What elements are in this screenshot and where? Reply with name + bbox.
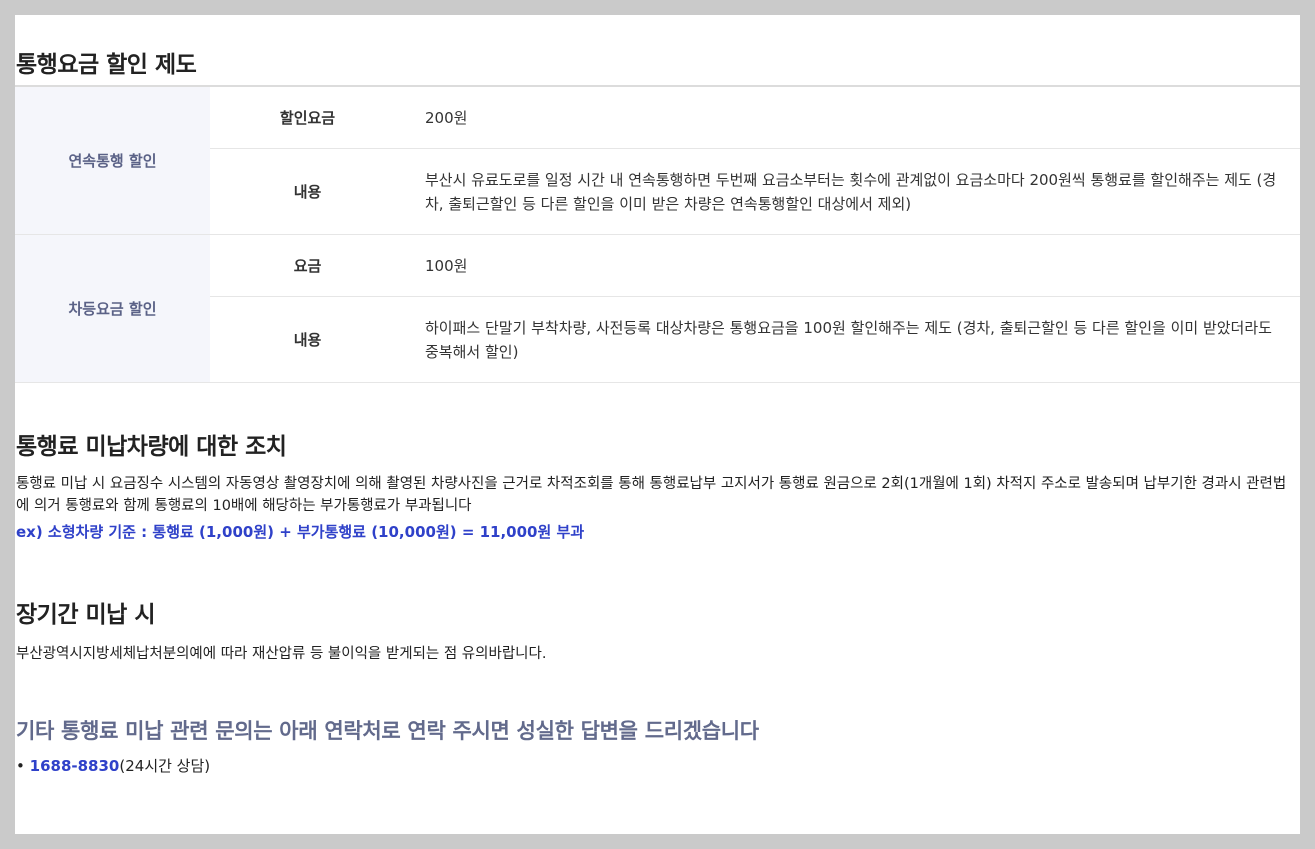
row-label: 할인요금 (210, 86, 405, 149)
phone-note: (24시간 상담) (119, 757, 211, 775)
group-differential-discount: 차등요금 할인 (15, 234, 210, 383)
content-page: 통행요금 할인 제도 연속통행 할인 할인요금 200원 내용 부산시 유료도로… (15, 15, 1300, 834)
longterm-description: 부산광역시지방세체납처분의예에 따라 재산압류 등 불이익을 받게되는 점 유의… (16, 646, 547, 662)
row-value: 200원 (405, 86, 1300, 149)
row-label: 내용 (210, 148, 405, 235)
row-value: 100원 (405, 234, 1300, 297)
longterm-section-title: 장기간 미납 시 (16, 602, 155, 628)
bullet-icon: • (16, 757, 25, 775)
unpaid-section-title: 통행료 미납차량에 대한 조치 (16, 434, 287, 460)
table-row: 차등요금 할인 요금 100원 (15, 234, 1300, 383)
group-continuous-discount: 연속통행 할인 (15, 86, 210, 235)
unpaid-description: 통행료 미납 시 요금징수 시스템의 자동영상 촬영장치에 의해 촬영된 차량사… (16, 476, 1287, 514)
row-value: 하이패스 단말기 부착차량, 사전등록 대상차량은 통행요금을 100원 할인해… (405, 296, 1300, 383)
discount-section-title: 통행요금 할인 제도 (16, 52, 197, 78)
table-row: 연속통행 할인 할인요금 200원 (15, 86, 1300, 235)
phone-number[interactable]: 1688-8830 (30, 757, 120, 775)
contact-item: • 1688-8830(24시간 상담) (16, 755, 210, 776)
row-value: 부산시 유료도로를 일정 시간 내 연속통행하면 두번째 요금소부터는 횟수에 … (405, 148, 1300, 235)
unpaid-example: ex) 소형차량 기준 : 통행료 (1,000원) + 부가통행료 (10,0… (16, 523, 585, 541)
discount-table: 연속통행 할인 할인요금 200원 내용 부산시 유료도로를 일정 시간 내 연… (15, 85, 1300, 383)
row-label: 요금 (210, 234, 405, 297)
contact-title: 기타 통행료 미납 관련 문의는 아래 연락처로 연락 주시면 성실한 답변을 … (16, 719, 759, 743)
row-label: 내용 (210, 296, 405, 383)
